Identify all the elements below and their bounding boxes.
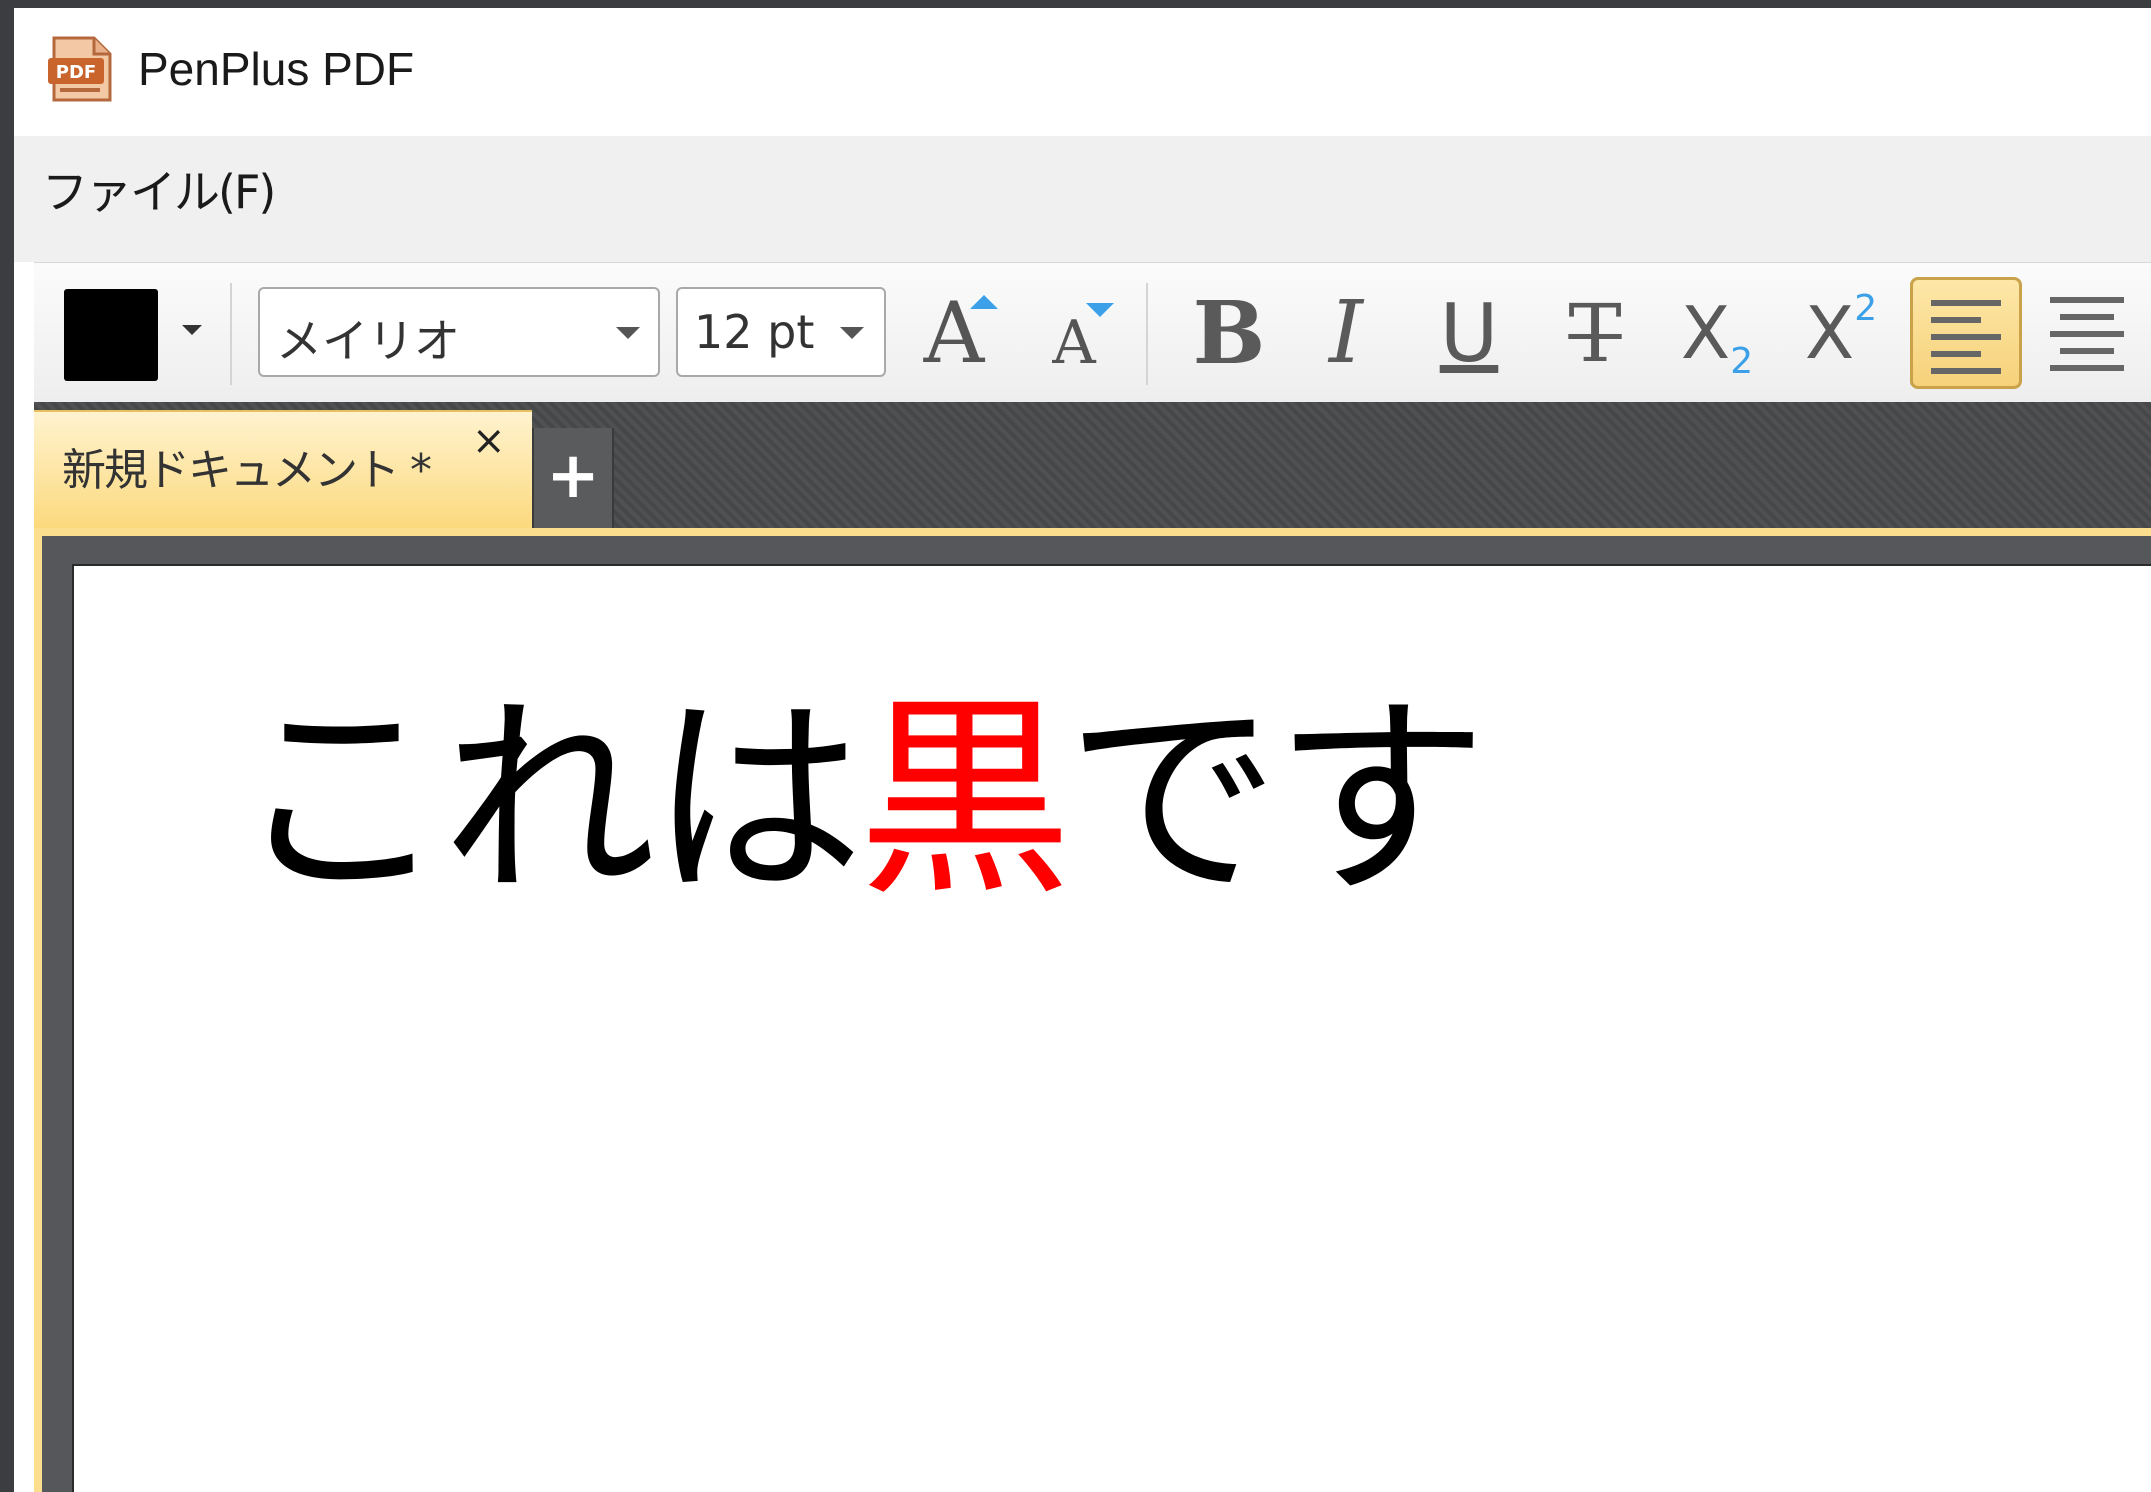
text-run-highlighted: 黒	[858, 676, 1072, 925]
title-bar: PDF PenPlus PDF	[14, 8, 2151, 136]
menu-file[interactable]: ファイル(F)	[42, 156, 276, 222]
superscript-base: X	[1804, 291, 1855, 375]
superscript-index: 2	[1854, 287, 1878, 329]
underline-button[interactable]: U	[1414, 283, 1524, 383]
align-center-button[interactable]	[2032, 277, 2144, 389]
toolbar-separator	[1146, 283, 1148, 385]
formatting-toolbar: メイリオ 12 pt A A B I U T X 2 X 2	[34, 262, 2151, 403]
bold-button[interactable]: B	[1174, 282, 1284, 384]
font-name-value: メイリオ	[276, 314, 460, 368]
document-tab-strip: 新規ドキュメント * × +	[34, 402, 2151, 528]
menu-bar: ファイル(F)	[14, 136, 2151, 262]
close-icon[interactable]: ×	[472, 418, 506, 464]
shrink-font-label: A	[1052, 308, 1096, 378]
shrink-font-button[interactable]: A	[1024, 283, 1124, 383]
toolbar-separator	[230, 283, 232, 385]
text-run: これは	[234, 676, 864, 925]
color-dropdown-arrow-icon[interactable]	[182, 325, 202, 335]
chevron-down-icon	[616, 327, 640, 339]
strikethrough-button[interactable]: T	[1540, 283, 1650, 383]
strikethrough-label: T	[1568, 286, 1622, 380]
document-text[interactable]: これは黒です	[234, 694, 1488, 908]
align-left-icon	[1931, 300, 2001, 385]
document-page[interactable]: これは黒です	[72, 564, 2151, 1492]
subscript-button[interactable]: X 2	[1662, 283, 1772, 383]
document-frame: これは黒です	[42, 536, 2151, 1492]
svg-text:PDF: PDF	[56, 62, 96, 83]
align-center-icon	[2050, 297, 2124, 382]
arrow-down-icon	[1086, 303, 1114, 317]
subscript-index: 2	[1730, 340, 1754, 382]
font-size-value: 12 pt	[694, 305, 815, 359]
italic-label: I	[1329, 283, 1363, 383]
app-title: PenPlus PDF	[138, 43, 415, 95]
app-window: PDF PenPlus PDF ファイル(F) メイリオ 12 pt A A B…	[14, 8, 2151, 1492]
superscript-button[interactable]: X 2	[1786, 283, 1896, 383]
bold-label: B	[1192, 282, 1266, 384]
underline-label: U	[1439, 286, 1499, 380]
new-tab-button[interactable]: +	[532, 428, 614, 528]
italic-button[interactable]: I	[1296, 283, 1396, 383]
text-run: です	[1066, 676, 1488, 925]
subscript-base: X	[1680, 291, 1731, 375]
document-area: これは黒です	[34, 528, 2151, 1492]
text-color-swatch[interactable]	[64, 289, 158, 381]
align-left-button[interactable]	[1910, 277, 2022, 389]
pdf-app-icon: PDF	[48, 36, 112, 102]
tab-document-label: 新規ドキュメント *	[62, 445, 432, 496]
arrow-up-icon	[970, 295, 998, 309]
tab-document[interactable]: 新規ドキュメント * ×	[34, 410, 532, 528]
grow-font-button[interactable]: A	[904, 283, 1004, 383]
font-size-combobox[interactable]: 12 pt	[676, 287, 886, 377]
font-name-combobox[interactable]: メイリオ	[258, 287, 660, 377]
chevron-down-icon	[840, 327, 864, 339]
